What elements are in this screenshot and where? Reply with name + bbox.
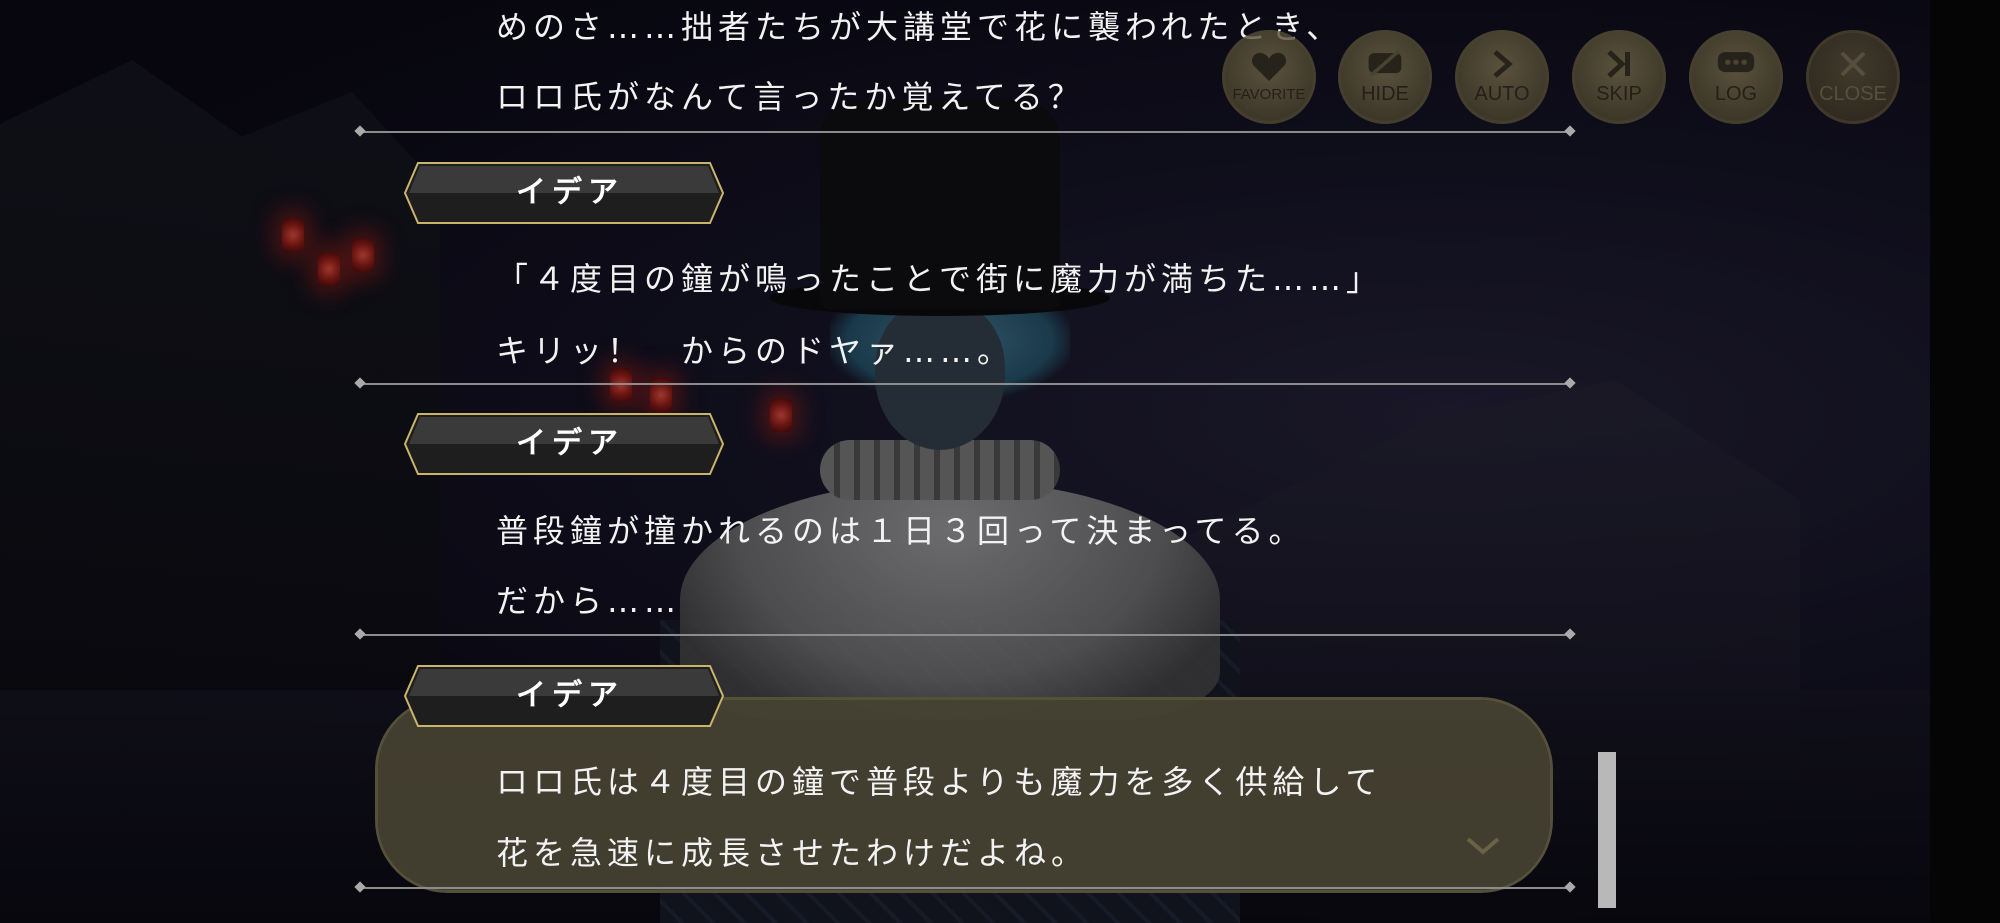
chevron-down-icon [1466, 837, 1500, 855]
close-button[interactable]: CLOSE [1806, 30, 1900, 124]
close-icon [1833, 49, 1873, 79]
close-label: CLOSE [1819, 82, 1887, 105]
speaker-name: イデア [516, 678, 624, 713]
entry-divider [360, 383, 1570, 385]
skip-button[interactable]: SKIP [1572, 30, 1666, 124]
log-label: LOG [1714, 82, 1758, 105]
auto-label: AUTO [1474, 82, 1530, 105]
speaker-name: イデア [516, 426, 624, 461]
hide-button[interactable]: HIDE [1338, 30, 1432, 124]
play-icon [1482, 49, 1522, 79]
log-scrollbar-thumb[interactable] [1598, 752, 1616, 908]
auto-button[interactable]: AUTO [1455, 30, 1549, 124]
message-line: ロロ氏がなんて言ったか覚えてる？ [496, 78, 1085, 116]
message-line: ロロ氏は４度目の鐘で普段よりも魔力を多く供給して [496, 763, 1383, 801]
skip-label: SKIP [1596, 82, 1642, 105]
speaker-namebox: イデア [404, 665, 724, 727]
message-line: めのさ……拙者たちが大講堂で花に襲われたとき、 [496, 8, 1344, 46]
hide-icon [1365, 48, 1405, 79]
message-line: だから…… [496, 582, 682, 620]
favorite-label: FAVORITE [1232, 85, 1306, 103]
log-button[interactable]: LOG [1689, 30, 1783, 124]
speaker-namebox: イデア [404, 413, 724, 475]
message-line: 「４度目の鐘が鳴ったことで街に魔力が満ちた……」 [496, 260, 1384, 298]
right-letterbox [1930, 0, 2000, 923]
entry-divider [360, 887, 1570, 889]
favorite-button[interactable]: FAVORITE [1222, 30, 1316, 124]
message-line: キリッ！ からのドヤァ……。 [496, 332, 1015, 370]
speech-bubble-icon [1716, 49, 1756, 79]
speaker-namebox: イデア [404, 162, 724, 224]
heart-icon [1249, 52, 1289, 82]
message-line: 花を急速に成長させたわけだよね。 [496, 834, 1089, 872]
speaker-name: イデア [516, 175, 624, 210]
message-line: 普段鐘が撞かれるのは１日３回って決まってる。 [496, 512, 1306, 550]
hide-label: HIDE [1361, 82, 1409, 105]
entry-divider [360, 131, 1570, 133]
skip-icon [1599, 49, 1639, 79]
entry-divider [360, 634, 1570, 636]
